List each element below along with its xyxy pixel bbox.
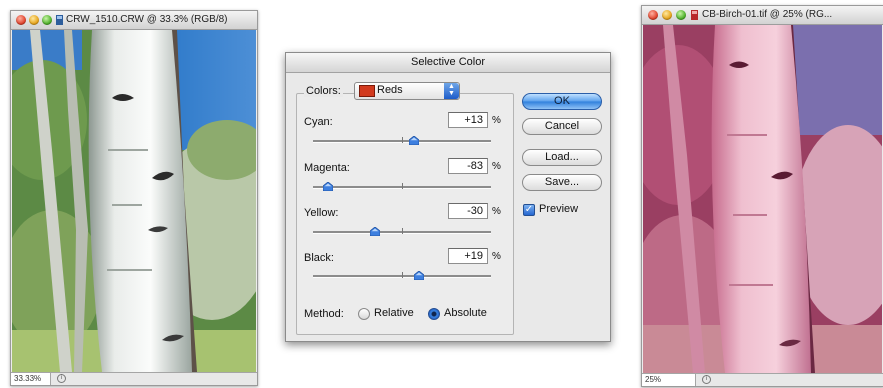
right-zoom-field[interactable]: 25% [642,374,696,386]
zoom-window-icon[interactable] [676,10,686,20]
black-center-tick [402,272,403,278]
right-window-statusbar: 25% i [642,373,883,386]
load-button[interactable]: Load... [522,149,602,166]
left-window-title: CRW_1510.CRW @ 33.3% (RGB/8) [66,14,228,25]
close-window-icon[interactable] [648,10,658,20]
cancel-button[interactable]: Cancel [522,118,602,135]
minimize-window-icon[interactable] [662,10,672,20]
aspen-photo-adjusted [643,25,882,373]
colors-label: Colors: [304,85,343,97]
cyan-label: Cyan: [304,116,333,128]
yellow-slider-thumb[interactable] [370,227,381,236]
left-window-titlebar[interactable]: CRW_1510.CRW @ 33.3% (RGB/8) [11,11,257,30]
right-window-title: CB-Birch-01.tif @ 25% (RG... [702,9,833,20]
raw-file-icon [56,15,63,25]
magenta-percent: % [492,161,501,172]
relative-radio-label: Relative [374,307,414,319]
magenta-value-field[interactable]: -83 [448,158,488,174]
cyan-value-field[interactable]: +13 [448,112,488,128]
cyan-center-tick [402,137,403,143]
reds-swatch-icon [359,85,375,97]
popup-arrows-icon: ▲ ▼ [444,83,459,99]
yellow-label: Yellow: [304,207,339,219]
black-label: Black: [304,252,334,264]
preview-label: Preview [539,203,579,215]
info-menu-icon[interactable]: i [57,374,66,383]
aspen-photo-original [12,30,256,372]
left-window-statusbar: 33.33% i [11,372,257,385]
close-window-icon[interactable] [16,15,26,25]
black-value-field[interactable]: +19 [448,248,488,264]
left-zoom-field[interactable]: 33.33% [11,373,51,385]
dialog-title: Selective Color [286,53,610,73]
left-document-window: CRW_1510.CRW @ 33.3% (RGB/8) 33.33% i [10,10,258,386]
method-label: Method: [304,308,344,320]
absolute-radio[interactable] [428,308,440,320]
right-document-window: CB-Birch-01.tif @ 25% (RG... 25% i [641,5,883,387]
colors-popup-value: Reds [377,84,403,96]
magenta-slider-thumb[interactable] [323,182,334,191]
absolute-radio-label: Absolute [444,307,487,319]
minimize-window-icon[interactable] [29,15,39,25]
colors-popup[interactable]: Reds ▲ ▼ [354,82,460,100]
black-percent: % [492,251,501,262]
info-menu-icon[interactable]: i [702,375,711,384]
save-button[interactable]: Save... [522,174,602,191]
yellow-center-tick [402,228,403,234]
magenta-label: Magenta: [304,162,350,174]
right-window-titlebar[interactable]: CB-Birch-01.tif @ 25% (RG... [642,6,883,25]
relative-radio[interactable] [358,308,370,320]
preview-checkbox[interactable]: ✓ [523,204,535,216]
zoom-window-icon[interactable] [42,15,52,25]
ok-button[interactable]: OK [522,93,602,110]
selective-color-dialog: Selective Color Colors: Reds ▲ ▼ Cyan: +1… [285,52,611,342]
cyan-percent: % [492,115,501,126]
magenta-center-tick [402,183,403,189]
black-slider-thumb[interactable] [413,271,424,280]
yellow-value-field[interactable]: -30 [448,203,488,219]
cyan-slider-thumb[interactable] [408,136,419,145]
tif-file-icon [691,10,698,20]
yellow-percent: % [492,206,501,217]
